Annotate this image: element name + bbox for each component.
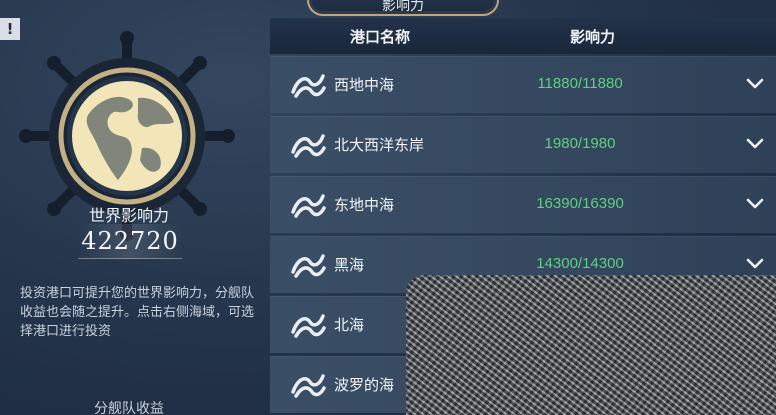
port-name: 黑海 — [334, 256, 365, 274]
column-header-port-name: 港口名称 — [350, 28, 411, 46]
port-name: 北海 — [334, 316, 365, 334]
alert-icon[interactable]: ! — [0, 18, 20, 40]
port-name: 波罗的海 — [334, 376, 395, 394]
obscured-region — [406, 275, 776, 415]
port-name: 西地中海 — [334, 76, 395, 94]
influence-screen: 影响力 ! 世界影响力 422720 投资港口可提升您的世界影响力，分舰队收益也… — [0, 0, 776, 415]
influence-description: 投资港口可提升您的世界影响力，分舰队收益也会随之提升。点击右侧海域，可选择港口进… — [20, 286, 255, 339]
page-title: 影响力 — [382, 0, 424, 14]
chevron-down-icon[interactable] — [746, 77, 764, 91]
table-header: 港口名称 影响力 — [270, 18, 776, 54]
port-emblem-icon — [291, 134, 326, 158]
port-name: 北大西洋东岸 — [334, 136, 425, 154]
table-row[interactable]: 东地中海 16390/16390 — [270, 176, 776, 233]
left-panel: ! 世界影响力 422720 投资港口可提升您的世界影响力，分舰队收益也会随之提… — [0, 0, 268, 415]
table-row[interactable]: 西地中海 11880/11880 — [270, 56, 776, 113]
world-influence-value: 422720 — [78, 224, 182, 259]
port-name: 东地中海 — [334, 196, 395, 214]
port-emblem-icon — [291, 374, 326, 398]
port-emblem-icon — [291, 194, 326, 218]
chevron-down-icon[interactable] — [746, 257, 764, 271]
port-influence-value: 14300/14300 — [536, 255, 624, 272]
fleet-income-label: 分舰队收益 — [94, 401, 164, 415]
world-influence-label: 世界影响力 — [88, 206, 169, 225]
port-influence-value: 1980/1980 — [544, 135, 616, 152]
chevron-down-icon[interactable] — [746, 197, 764, 211]
port-emblem-icon — [291, 254, 326, 278]
page-title-tab: 影响力 — [307, 0, 499, 16]
port-emblem-icon — [291, 314, 326, 338]
chevron-down-icon[interactable] — [746, 137, 764, 151]
port-emblem-icon — [291, 74, 326, 98]
table-row[interactable]: 北大西洋东岸 1980/1980 — [270, 116, 776, 173]
port-influence-value: 16390/16390 — [536, 195, 624, 212]
port-influence-value: 11880/11880 — [537, 75, 623, 92]
column-header-influence: 影响力 — [570, 28, 616, 46]
